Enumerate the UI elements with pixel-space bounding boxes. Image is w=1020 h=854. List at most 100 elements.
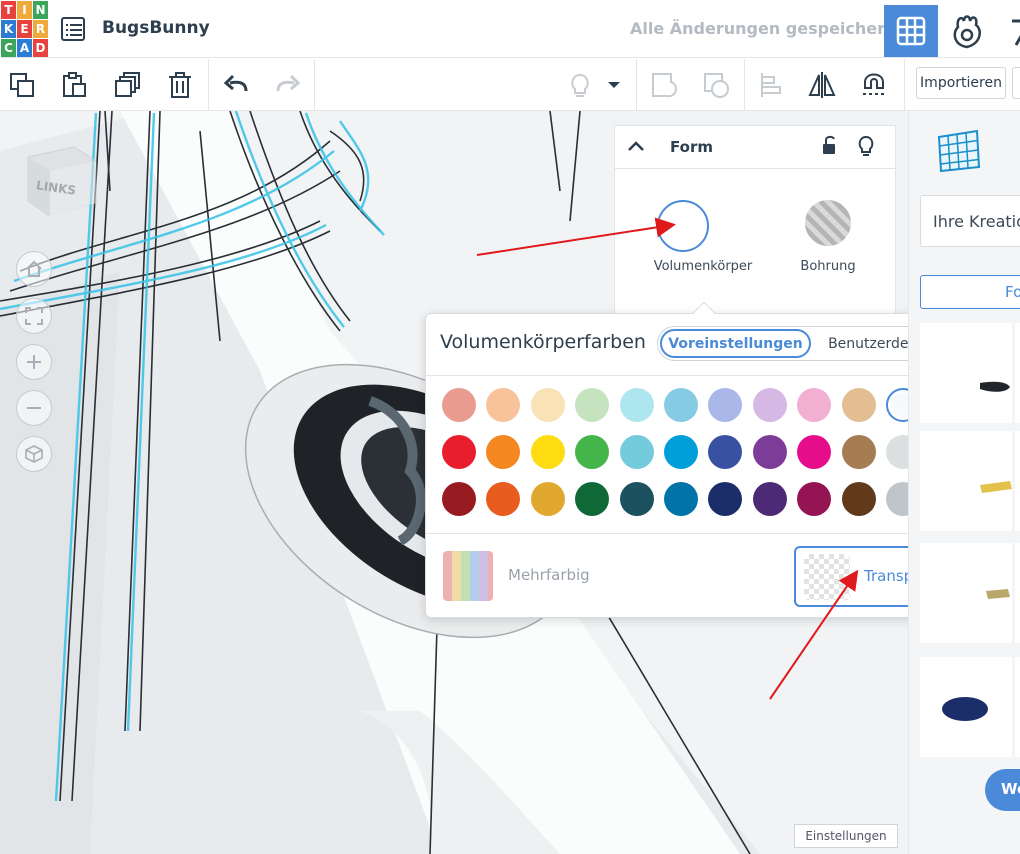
color-swatch[interactable]: [619, 388, 654, 422]
mirror-icon: [808, 72, 836, 98]
shape-tile[interactable]: [920, 543, 1012, 643]
color-swatch[interactable]: [663, 435, 698, 469]
zoom-out-button[interactable]: [16, 390, 52, 426]
shape-tile[interactable]: [920, 431, 1012, 531]
paste-button[interactable]: [58, 69, 90, 101]
color-swatch[interactable]: [752, 435, 787, 469]
zoom-in-button[interactable]: [16, 344, 52, 380]
copy-button[interactable]: [6, 69, 38, 101]
color-swatch-grid: [442, 388, 965, 516]
duplicate-button[interactable]: [112, 69, 144, 101]
chevron-down-icon: [608, 82, 620, 88]
align-icon: [761, 73, 781, 97]
color-swatch[interactable]: [708, 388, 743, 422]
home-view-button[interactable]: [16, 251, 52, 287]
undo-button[interactable]: [220, 69, 252, 101]
workplane-grid-icon[interactable]: [937, 127, 981, 177]
shape-library-select[interactable]: Ihre Kreationen: [920, 195, 1020, 247]
ungroup-button[interactable]: [700, 69, 732, 101]
color-swatch[interactable]: [797, 482, 832, 516]
logo-letter: C: [1, 39, 16, 57]
color-swatch[interactable]: [486, 435, 521, 469]
solid-color-swatch[interactable]: [657, 200, 709, 252]
shape-thumbnail: [942, 697, 988, 721]
color-swatch[interactable]: [575, 388, 610, 422]
view-cube[interactable]: LINKS: [24, 143, 100, 219]
cube-perspective-icon: [25, 445, 43, 463]
group-icon: [652, 73, 677, 98]
color-swatch[interactable]: [841, 388, 876, 422]
perspective-button[interactable]: [16, 436, 52, 472]
fit-view-button[interactable]: [16, 298, 52, 334]
3d-view-icon: [896, 16, 926, 46]
fit-view-icon: [25, 307, 43, 325]
more-shapes-button[interactable]: We: [985, 769, 1020, 811]
blocks-view-button[interactable]: [940, 5, 994, 57]
color-swatch[interactable]: [619, 435, 654, 469]
plus-icon: [27, 355, 41, 369]
top-bar: T I N K E R C A D BugsBunny Alle Änderun…: [0, 0, 1020, 58]
color-swatch[interactable]: [486, 482, 521, 516]
color-swatch[interactable]: [663, 388, 698, 422]
settings-button[interactable]: Einstellungen: [794, 824, 898, 848]
shape-tile[interactable]: [920, 323, 1012, 423]
color-swatch[interactable]: [841, 482, 876, 516]
edit-toolbar: Importieren: [0, 59, 1020, 111]
tab-presets[interactable]: Voreinstellungen: [660, 329, 811, 358]
shape-thumbnail: [986, 589, 1010, 599]
mirror-button[interactable]: [806, 69, 838, 101]
shape-tile[interactable]: [1015, 431, 1020, 531]
import-button[interactable]: Importieren: [916, 67, 1006, 99]
color-swatch[interactable]: [530, 482, 565, 516]
show-all-dropdown[interactable]: [604, 69, 624, 101]
logo-letter: K: [1, 20, 16, 38]
duplicate-icon: [115, 72, 140, 97]
lightbulb-icon[interactable]: [857, 134, 875, 158]
logo-letter: D: [33, 39, 48, 57]
color-swatch[interactable]: [442, 388, 476, 422]
color-swatch[interactable]: [797, 388, 832, 422]
bricks-view-button[interactable]: [994, 5, 1020, 57]
color-swatch[interactable]: [575, 482, 610, 516]
shape-thumbnail: [980, 381, 1010, 392]
color-swatch[interactable]: [530, 388, 565, 422]
color-swatch[interactable]: [708, 482, 743, 516]
color-swatch[interactable]: [752, 388, 787, 422]
shape-tile[interactable]: [920, 657, 1012, 757]
color-swatch[interactable]: [663, 482, 698, 516]
shape-tile[interactable]: [1015, 323, 1020, 423]
export-button[interactable]: [1012, 67, 1020, 99]
color-swatch[interactable]: [797, 435, 832, 469]
chevron-up-icon[interactable]: [627, 139, 645, 153]
color-swatch[interactable]: [752, 482, 787, 516]
color-swatch[interactable]: [619, 482, 654, 516]
shape-tile[interactable]: [1015, 543, 1020, 643]
color-swatch[interactable]: [486, 388, 521, 422]
3d-view-button[interactable]: [884, 5, 938, 57]
hole-swatch[interactable]: [805, 200, 851, 246]
color-swatch[interactable]: [708, 435, 743, 469]
delete-button[interactable]: [164, 69, 196, 101]
transparent-checker-icon: [804, 554, 850, 600]
design-title[interactable]: BugsBunny: [102, 18, 210, 38]
logo-letter: E: [17, 20, 32, 38]
magnet-icon: [863, 73, 885, 95]
multicolor-swatch[interactable]: [443, 551, 493, 601]
color-swatch[interactable]: [841, 435, 876, 469]
color-swatch[interactable]: [442, 435, 476, 469]
delete-icon: [169, 72, 191, 98]
color-swatch[interactable]: [530, 435, 565, 469]
design-list-icon[interactable]: [61, 17, 85, 41]
cruise-button[interactable]: [858, 69, 890, 101]
color-swatch[interactable]: [442, 482, 476, 516]
group-button[interactable]: [648, 69, 680, 101]
tinkercad-logo[interactable]: T I N K E R C A D: [0, 0, 48, 57]
shape-tile[interactable]: [1015, 657, 1020, 757]
align-button[interactable]: [754, 69, 786, 101]
shape-search-field[interactable]: Fo: [920, 275, 1020, 309]
lock-icon[interactable]: [821, 135, 839, 157]
color-swatch[interactable]: [575, 435, 610, 469]
redo-button[interactable]: [272, 69, 304, 101]
show-all-button[interactable]: [564, 69, 596, 101]
paste-icon: [63, 72, 86, 97]
